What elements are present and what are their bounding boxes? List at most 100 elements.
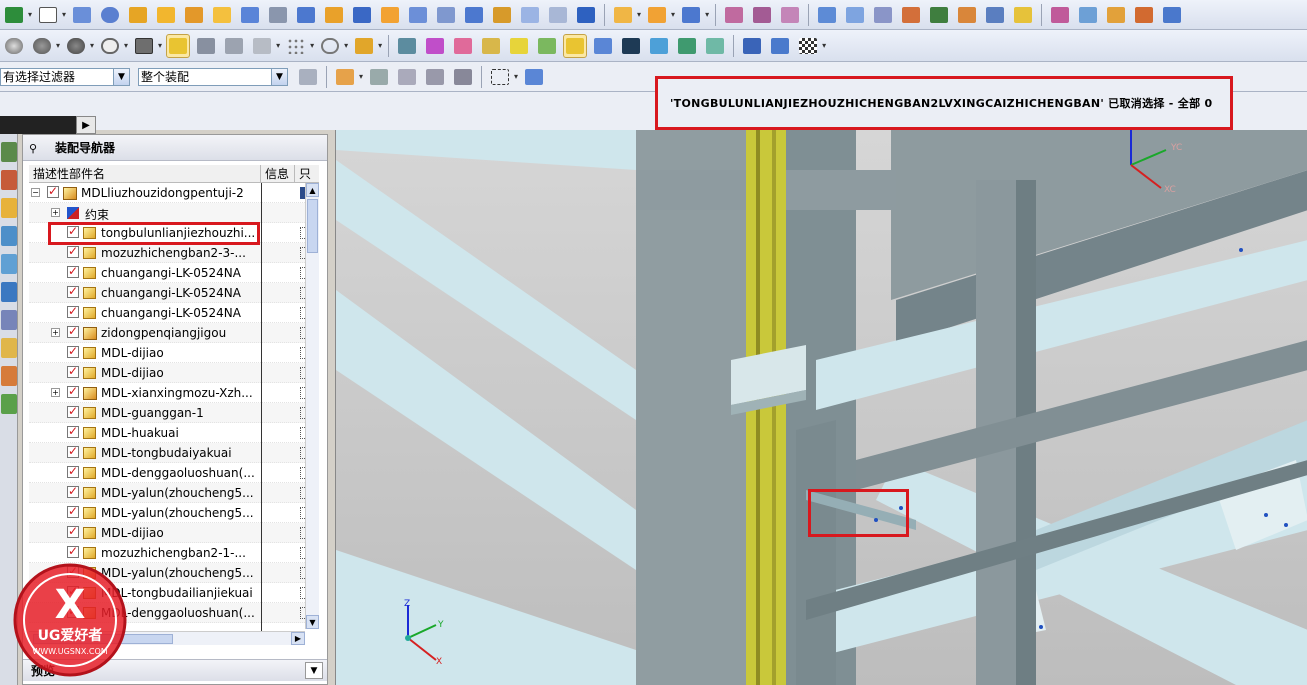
resource-role-icon[interactable] bbox=[1, 366, 17, 386]
tree-row[interactable]: chuangangi-LK-0524NA bbox=[29, 263, 315, 283]
select-body-icon[interactable] bbox=[522, 65, 546, 89]
grid-icon[interactable] bbox=[222, 34, 246, 58]
person-icon[interactable] bbox=[194, 34, 218, 58]
csys-icon[interactable] bbox=[679, 3, 703, 27]
no-select-icon[interactable] bbox=[250, 34, 274, 58]
chevron-down-icon[interactable]: ▼ bbox=[271, 68, 287, 85]
visibility-checkbox[interactable] bbox=[67, 304, 79, 318]
brush-icon[interactable] bbox=[1011, 3, 1035, 27]
split-icon[interactable] bbox=[462, 3, 486, 27]
visibility-checkbox[interactable] bbox=[67, 344, 79, 358]
dots-icon[interactable] bbox=[284, 34, 308, 58]
offset-icon[interactable] bbox=[490, 3, 514, 27]
select-faces-icon[interactable] bbox=[395, 65, 419, 89]
more-icon[interactable] bbox=[1160, 3, 1184, 27]
mirror-icon[interactable] bbox=[322, 3, 346, 27]
thicken-icon[interactable] bbox=[518, 3, 542, 27]
resource-web-icon[interactable] bbox=[1, 226, 17, 246]
tree-row[interactable]: mozuzhichengban2-3-... bbox=[29, 243, 315, 263]
body-icon[interactable] bbox=[574, 3, 598, 27]
flange-icon[interactable] bbox=[1104, 3, 1128, 27]
analysis-icon[interactable] bbox=[983, 3, 1007, 27]
render-icon[interactable] bbox=[535, 34, 559, 58]
sew-icon[interactable] bbox=[546, 3, 570, 27]
curved-surface-icon[interactable] bbox=[843, 3, 867, 27]
grid-surface-icon[interactable] bbox=[871, 3, 895, 27]
column-name[interactable]: 描述性部件名 bbox=[29, 165, 261, 182]
tree-row[interactable]: MDL-guanggan-1 bbox=[29, 403, 315, 423]
no-symbol-icon[interactable] bbox=[98, 34, 122, 58]
resource-assembly-icon[interactable] bbox=[1, 142, 17, 162]
wrench-icon[interactable] bbox=[352, 34, 376, 58]
resource-tool-icon[interactable] bbox=[1, 338, 17, 358]
select-part-icon[interactable] bbox=[166, 33, 191, 58]
resource-history-icon[interactable] bbox=[1, 254, 17, 274]
tree-row[interactable]: MDL-huakuai bbox=[29, 423, 315, 443]
checker-icon[interactable] bbox=[796, 34, 820, 58]
trim-icon[interactable] bbox=[434, 3, 458, 27]
sphere-dark-icon[interactable] bbox=[64, 34, 88, 58]
chevron-down-icon[interactable]: ▼ bbox=[305, 662, 323, 679]
tree-row[interactable]: chuangangi-LK-0524NA bbox=[29, 283, 315, 303]
visibility-checkbox[interactable] bbox=[67, 324, 79, 338]
visibility-checkbox[interactable] bbox=[67, 504, 79, 518]
resource-people-icon[interactable] bbox=[1, 394, 17, 414]
tree-row[interactable]: MDL-dijiao bbox=[29, 523, 315, 543]
snap-point-icon[interactable] bbox=[333, 65, 357, 89]
revolve-icon[interactable] bbox=[182, 3, 206, 27]
visibility-checkbox[interactable] bbox=[67, 264, 79, 278]
scroll-down-icon[interactable]: ▼ bbox=[306, 615, 319, 629]
visibility-checkbox[interactable] bbox=[67, 464, 79, 478]
new-file-icon[interactable] bbox=[36, 3, 60, 27]
tree-row[interactable]: MDL-yalun(zhoucheng5... bbox=[29, 503, 315, 523]
resource-part-icon[interactable] bbox=[1, 198, 17, 218]
select-bodies-icon[interactable] bbox=[451, 65, 475, 89]
expand-toggle-icon[interactable]: + bbox=[51, 208, 60, 217]
visibility-checkbox[interactable] bbox=[67, 484, 79, 498]
tree-row[interactable]: + MDL-xianxingmozu-Xzh... bbox=[29, 383, 315, 403]
user-icon[interactable] bbox=[591, 34, 615, 58]
studio-surface-icon[interactable] bbox=[1048, 3, 1072, 27]
scroll-right-icon[interactable]: ▶ bbox=[291, 632, 305, 645]
scroll-up-icon[interactable]: ▲ bbox=[306, 183, 319, 197]
hole-icon[interactable] bbox=[238, 3, 262, 27]
pattern-icon[interactable] bbox=[294, 3, 318, 27]
tree-row[interactable]: + 约束 bbox=[29, 203, 315, 223]
tree-row[interactable]: MDL-dijiao bbox=[29, 343, 315, 363]
tree-row[interactable]: − MDLliuzhouzidongpentuji-2 bbox=[29, 183, 315, 203]
expand-toggle-icon[interactable]: + bbox=[51, 388, 60, 397]
material-icon[interactable] bbox=[451, 34, 475, 58]
book-icon[interactable] bbox=[350, 3, 374, 27]
scope-select[interactable]: 整个装配 ▼ bbox=[138, 67, 288, 86]
assembly-icon[interactable] bbox=[675, 34, 699, 58]
terrain-icon[interactable] bbox=[703, 34, 727, 58]
expand-toggle-icon[interactable]: + bbox=[51, 328, 60, 337]
expand-toggle-icon[interactable]: − bbox=[31, 188, 40, 197]
resource-constraint-icon[interactable] bbox=[1, 170, 17, 190]
boolean-icon[interactable] bbox=[406, 3, 430, 27]
shaded-sphere-icon[interactable] bbox=[2, 34, 26, 58]
visibility-checkbox[interactable] bbox=[67, 544, 79, 558]
cylinder-icon[interactable] bbox=[98, 3, 122, 27]
light-icon[interactable] bbox=[507, 34, 531, 58]
pin-icon[interactable]: ⚲ bbox=[29, 142, 41, 155]
model-view[interactable]: YC XC Z X Y bbox=[336, 130, 1307, 685]
visibility-checkbox[interactable] bbox=[67, 524, 79, 538]
cloth-icon[interactable] bbox=[1076, 3, 1100, 27]
emboss-icon[interactable] bbox=[1132, 3, 1156, 27]
ruled-surface-icon[interactable] bbox=[815, 3, 839, 27]
visibility-checkbox[interactable] bbox=[67, 244, 79, 258]
box-icon[interactable] bbox=[126, 3, 150, 27]
extrude-icon[interactable] bbox=[154, 3, 178, 27]
network-icon[interactable] bbox=[768, 34, 792, 58]
highlight-part-icon[interactable] bbox=[563, 33, 588, 58]
tree-row[interactable]: + zidongpenqiangjigou bbox=[29, 323, 315, 343]
resource-list-icon[interactable] bbox=[1, 310, 17, 330]
rectangle-select-icon[interactable] bbox=[488, 65, 512, 89]
image-icon[interactable] bbox=[647, 34, 671, 58]
surface-icon[interactable] bbox=[210, 3, 234, 27]
mesh-icon[interactable] bbox=[722, 3, 746, 27]
spring-icon[interactable] bbox=[266, 3, 290, 27]
visibility-checkbox[interactable] bbox=[67, 404, 79, 418]
chevron-right-icon[interactable]: ▶ bbox=[76, 116, 96, 134]
